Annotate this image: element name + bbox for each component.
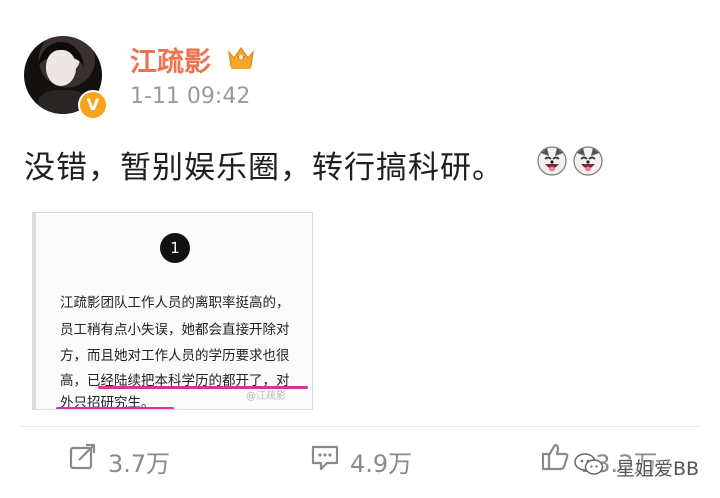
comment-icon bbox=[311, 445, 339, 471]
highlight-underline bbox=[56, 407, 174, 409]
username[interactable]: 江疏影 bbox=[130, 40, 211, 79]
brand-watermark: 星姐爱BB bbox=[574, 446, 714, 482]
image-text-line: 员工稍有点小失误，她都会直接开除对 bbox=[60, 322, 290, 338]
verified-badge-icon: V bbox=[78, 90, 108, 120]
laughing-dog-emoji-icon bbox=[573, 146, 603, 176]
weibo-post: V 江疏影 1-11 09:42 没错，暂别娱乐圈，转行搞科研。 1 江疏影团队… bbox=[0, 0, 720, 498]
thumbs-up-icon bbox=[541, 443, 569, 471]
image-number-badge: 1 bbox=[160, 233, 190, 263]
comment-button[interactable]: 4.9万 bbox=[310, 440, 450, 480]
laughing-dog-emoji-icon bbox=[537, 146, 567, 176]
brand-watermark-text: 星姐爱BB bbox=[616, 458, 700, 480]
image-text-line: 方，而且她对工作人员的学历要求也很 bbox=[60, 348, 290, 364]
wechat-icon bbox=[574, 453, 604, 475]
crown-icon bbox=[228, 46, 254, 69]
repost-button[interactable]: 3.7万 bbox=[68, 440, 208, 480]
repost-icon bbox=[69, 443, 96, 470]
divider bbox=[20, 426, 700, 427]
comment-count: 4.9万 bbox=[350, 450, 413, 478]
image-text-line: 江疏影团队工作人员的离职率挺高的， bbox=[60, 295, 290, 311]
post-image[interactable]: 1 江疏影团队工作人员的离职率挺高的， 员工稍有点小失误，她都会直接开除对 方，… bbox=[32, 212, 313, 410]
post-timestamp: 1-11 09:42 bbox=[130, 84, 251, 109]
repost-count: 3.7万 bbox=[108, 450, 171, 478]
post-text: 没错，暂别娱乐圈，转行搞科研。 bbox=[24, 150, 504, 186]
avatar-face bbox=[46, 50, 76, 86]
image-watermark: @江疏影 bbox=[246, 391, 286, 402]
